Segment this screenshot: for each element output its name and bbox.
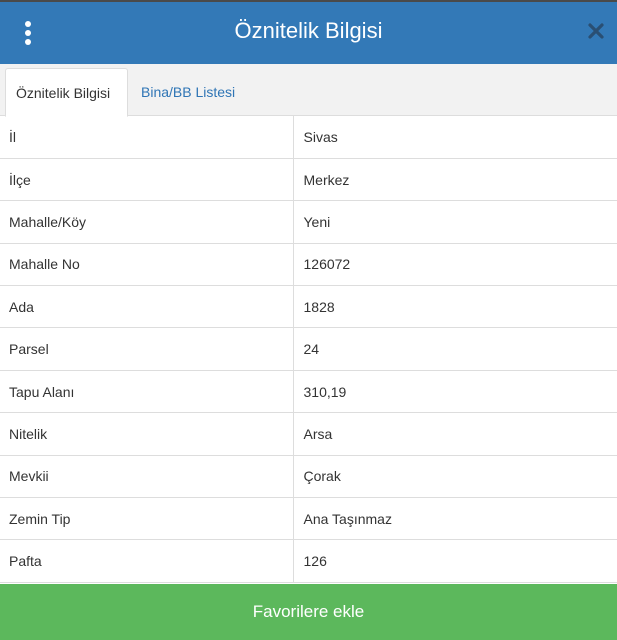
table-row: Zemin Tip Ana Taşınmaz [0,497,617,541]
attribute-key: Ada [0,285,294,329]
attribute-key: İl [0,116,294,159]
attribute-key: Parsel [0,327,294,371]
attribute-table: İl Sivas İlçe Merkez Mahalle/Köy Yeni Ma… [0,116,617,583]
attribute-value: 24 [293,327,617,371]
attribute-value: Yeni [293,200,617,244]
tab-attribute-info[interactable]: Öznitelik Bilgisi [5,68,128,117]
table-row: Ada 1828 [0,285,617,329]
table-row: Nitelik Arsa [0,412,617,456]
header-top-strip [0,0,617,2]
panel-title: Öznitelik Bilgisi [234,18,383,43]
table-row: İl Sivas [0,116,617,159]
table-row: Mahalle No 126072 [0,243,617,287]
attribute-value: Ana Taşınmaz [293,497,617,541]
attribute-key: Tapu Alanı [0,370,294,414]
attribute-key: İlçe [0,158,294,202]
table-row: Pafta 126 [0,539,617,583]
add-to-favorites-button[interactable]: Favorilere ekle [0,584,617,640]
attribute-key: Mevkii [0,455,294,499]
table-row: Mevkii Çorak [0,455,617,499]
attribute-info-panel: Öznitelik Bilgisi Öznitelik Bilgisi Bina… [0,0,617,640]
tab-building-list[interactable]: Bina/BB Listesi [131,68,245,116]
attribute-value: Arsa [293,412,617,456]
tab-bar: Öznitelik Bilgisi Bina/BB Listesi [0,64,617,117]
table-row: Parsel 24 [0,327,617,371]
attribute-key: Zemin Tip [0,497,294,541]
panel-header: Öznitelik Bilgisi [0,0,617,64]
table-row: Mahalle/Köy Yeni [0,200,617,244]
attribute-value: 310,19 [293,370,617,414]
attribute-key: Mahalle/Köy [0,200,294,244]
attribute-key: Nitelik [0,412,294,456]
attribute-value: Çorak [293,455,617,499]
attribute-key: Pafta [0,539,294,583]
close-icon[interactable] [587,22,605,40]
attribute-key: Mahalle No [0,243,294,287]
attribute-value: 126072 [293,243,617,287]
table-row: Tapu Alanı 310,19 [0,370,617,414]
table-row: İlçe Merkez [0,158,617,202]
attribute-value: Sivas [293,116,617,159]
attribute-value: 126 [293,539,617,583]
attribute-value: 1828 [293,285,617,329]
attribute-value: Merkez [293,158,617,202]
